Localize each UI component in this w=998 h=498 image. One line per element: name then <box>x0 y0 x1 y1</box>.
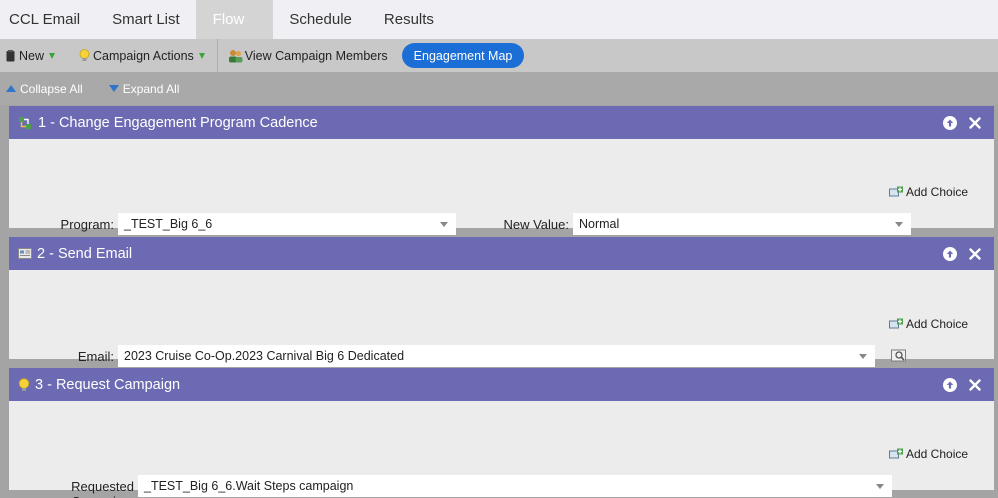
flow-step-2: 2 - Send Email Add Choice Email: 2023 Cr… <box>9 237 994 367</box>
new-menu-button[interactable]: New <box>0 39 67 72</box>
flow-step-1: 1 - Change Engagement Program Cadence Ad… <box>9 106 994 235</box>
add-choice-button[interactable]: Add Choice <box>889 185 968 199</box>
tab-ccl-email[interactable]: CCL Email <box>0 0 96 39</box>
email-preview-icon[interactable] <box>891 349 907 367</box>
close-icon[interactable] <box>968 116 982 130</box>
move-up-icon[interactable] <box>943 246 957 261</box>
requested-campaign-select[interactable]: _TEST_Big 6_6.Wait Steps campaign <box>138 475 892 497</box>
flow-step-title: 1 - Change Engagement Program Cadence <box>38 114 318 131</box>
add-choice-button[interactable]: Add Choice <box>889 317 968 331</box>
flow-step-header[interactable]: 3 - Request Campaign <box>9 368 994 401</box>
requested-campaign-label: Requested Campaign: <box>71 479 134 498</box>
chevron-down-icon <box>895 222 903 227</box>
flow-step-body: Add Choice Program: _TEST_Big 6_6 New Va… <box>9 139 994 235</box>
flow-step-body: Add Choice Email: 2023 Cruise Co-Op.2023… <box>9 270 994 367</box>
engagement-map-button[interactable]: Engagement Map <box>401 43 525 68</box>
flow-step-body: Add Choice Requested Campaign: _TEST_Big… <box>9 401 994 498</box>
add-choice-label: Add Choice <box>906 185 969 199</box>
chevron-down-icon <box>859 354 867 359</box>
new-label: New <box>19 48 45 63</box>
expand-all-button[interactable]: Expand All <box>108 81 180 96</box>
tab-smart-list[interactable]: Smart List <box>96 0 196 39</box>
tab-flow[interactable]: Flow <box>195 0 274 39</box>
program-value: _TEST_Big 6_6 <box>124 217 213 231</box>
campaign-actions-label: Campaign Actions <box>93 48 194 63</box>
add-choice-icon <box>889 318 904 331</box>
toolbar: New Campaign Actions View Campaign Membe… <box>0 39 998 72</box>
collapse-all-button[interactable]: Collapse All <box>6 82 83 96</box>
email-icon <box>18 248 32 259</box>
close-icon[interactable] <box>968 378 982 392</box>
triangle-up-icon <box>6 85 16 92</box>
flow-step-header[interactable]: 1 - Change Engagement Program Cadence <box>9 106 994 139</box>
collapse-expand-bar: Collapse All Expand All <box>0 72 998 105</box>
flow-step-3: 3 - Request Campaign Add Choice Requeste… <box>9 368 994 498</box>
chevron-down-icon <box>49 52 56 59</box>
tab-schedule[interactable]: Schedule <box>273 0 368 39</box>
move-up-icon[interactable] <box>943 377 957 392</box>
program-label: Program: <box>60 217 114 232</box>
lightbulb-icon <box>18 377 30 392</box>
email-value: 2023 Cruise Co-Op.2023 Carnival Big 6 De… <box>124 349 405 363</box>
people-icon <box>228 49 243 63</box>
view-campaign-members-label: View Campaign Members <box>244 48 388 63</box>
tab-bar: CCL Email Smart List Flow Schedule Resul… <box>0 0 998 39</box>
chevron-down-icon <box>440 222 448 227</box>
collapse-all-label: Collapse All <box>20 81 83 96</box>
lightbulb-icon <box>79 49 90 62</box>
flow-step-title: 3 - Request Campaign <box>35 376 181 393</box>
flow-step-header[interactable]: 2 - Send Email <box>9 237 994 270</box>
email-label: Email: <box>77 349 114 364</box>
add-choice-label: Add Choice <box>906 447 969 461</box>
move-up-icon[interactable] <box>943 115 957 130</box>
new-value-select[interactable]: Normal <box>573 213 911 235</box>
chevron-down-icon <box>876 484 884 489</box>
add-choice-label: Add Choice <box>906 317 969 331</box>
add-choice-button[interactable]: Add Choice <box>889 447 968 461</box>
tab-results[interactable]: Results <box>368 0 450 39</box>
campaign-actions-menu-button[interactable]: Campaign Actions <box>67 39 217 72</box>
add-choice-icon <box>889 186 904 199</box>
new-icon <box>6 49 15 62</box>
email-select[interactable]: 2023 Cruise Co-Op.2023 Carnival Big 6 De… <box>118 345 875 367</box>
new-value-value: Normal <box>579 217 620 231</box>
program-select[interactable]: _TEST_Big 6_6 <box>118 213 456 235</box>
add-choice-icon <box>889 448 904 461</box>
expand-all-label: Expand All <box>122 81 180 96</box>
requested-campaign-value: _TEST_Big 6_6.Wait Steps campaign <box>144 479 354 493</box>
triangle-down-icon <box>108 85 119 92</box>
new-value-label: New Value: <box>503 217 569 232</box>
chevron-down-icon <box>198 52 205 59</box>
engagement-cadence-icon <box>18 116 33 130</box>
view-campaign-members-button[interactable]: View Campaign Members <box>218 39 388 72</box>
flow-step-title: 2 - Send Email <box>37 245 133 262</box>
close-icon[interactable] <box>968 247 982 261</box>
